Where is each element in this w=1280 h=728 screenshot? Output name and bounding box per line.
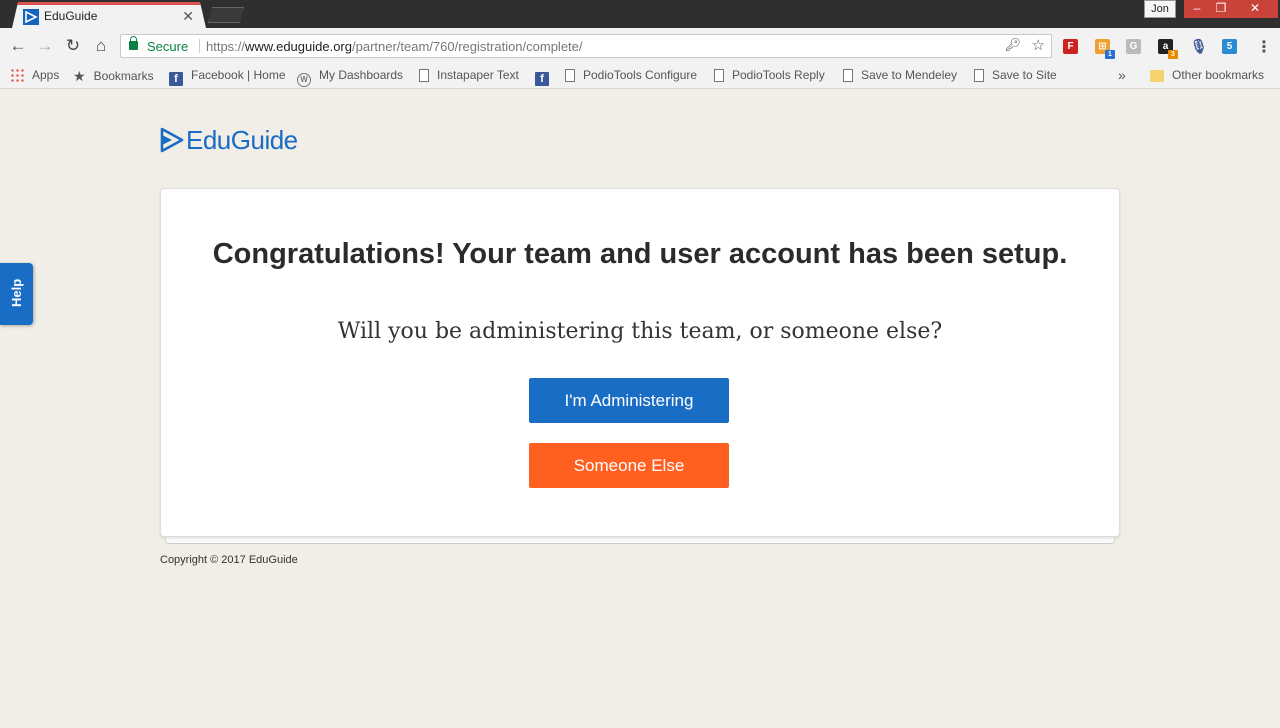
forward-arrow-icon[interactable]: →	[35, 36, 55, 56]
bookmark-my-dashboards[interactable]: W My Dashboards	[297, 68, 403, 87]
amazon-extension-icon[interactable]: a3	[1158, 39, 1178, 59]
bookmarks-overflow-icon[interactable]: »	[1118, 67, 1126, 83]
someone-else-button[interactable]: Someone Else	[529, 443, 729, 488]
logo-text: EduGuide	[186, 125, 298, 155]
address-bar[interactable]: Secure https://www.eduguide.org/partner/…	[120, 34, 1052, 58]
admin-question: Will you be administering this team, or …	[337, 319, 943, 344]
im-administering-button[interactable]: I'm Administering	[529, 378, 729, 423]
browser-tab[interactable]: EduGuide ✕	[12, 2, 206, 28]
tab-title: EduGuide	[44, 9, 98, 23]
star-icon: ★	[73, 68, 86, 84]
key-icon[interactable]: 🔑︎	[1004, 37, 1021, 53]
bookmark-star-icon[interactable]: ☆	[1032, 36, 1045, 54]
amazon-badge: 3	[1168, 50, 1178, 59]
registration-complete-card: Congratulations! Your team and user acco…	[160, 188, 1120, 537]
browser-toolbar: ← → ↻ ⌂ Secure https://www.eduguide.org/…	[0, 28, 1280, 64]
bookmark-label: Bookmarks	[93, 69, 154, 83]
logo-arrow-icon	[160, 127, 184, 153]
facebook-icon: f	[535, 72, 549, 86]
bookmarks-bar: Apps ★ Bookmarks f Facebook | Home W My Das…	[0, 64, 1280, 89]
window-close-button[interactable]: ✕	[1232, 0, 1278, 18]
window-restore-button[interactable]: ❐	[1210, 0, 1232, 18]
bookmark-label: My Dashboards	[319, 68, 404, 82]
url-text[interactable]: https://www.eduguide.org/partner/team/76…	[206, 39, 583, 54]
browser-menu-icon[interactable]: ⋮	[1256, 37, 1272, 57]
page-icon	[843, 69, 853, 82]
bookmark-apps[interactable]: Apps	[10, 68, 59, 82]
bookmark-facebook-home[interactable]: f Facebook | Home	[169, 68, 286, 86]
copyright-text: Copyright © 2017 EduGuide	[160, 554, 298, 566]
profile-button[interactable]: Jon	[1144, 0, 1176, 18]
g-extension-icon[interactable]: G	[1126, 39, 1141, 54]
help-label: Help	[9, 278, 24, 307]
lock-icon	[129, 36, 138, 50]
apps-grid-icon	[10, 68, 24, 82]
new-tab-button[interactable]	[208, 7, 244, 23]
bookmark-label: Apps	[32, 68, 60, 82]
bookmark-label: Instapaper Text	[437, 68, 519, 82]
facebook-icon: f	[169, 72, 183, 86]
page-icon	[419, 69, 429, 82]
bookmark-label: Facebook | Home	[191, 68, 286, 82]
url-scheme: https://	[206, 39, 246, 54]
bookmark-podiotools-configure[interactable]: PodioTools Configure	[565, 68, 701, 82]
eduguide-favicon-icon	[23, 9, 39, 25]
bookmark-podiotools-reply[interactable]: PodioTools Reply	[714, 68, 825, 82]
rss-badge: 1	[1105, 50, 1115, 59]
tab-close-icon[interactable]: ✕	[182, 8, 194, 25]
bookmark-save-to-site[interactable]: Save to Site	[974, 68, 1057, 82]
microphone-extension-icon[interactable]: 🎙	[1190, 39, 1208, 54]
help-tab[interactable]: Help	[0, 263, 33, 325]
reload-icon[interactable]: ↻	[63, 36, 83, 56]
url-host: www.eduguide.org	[245, 39, 352, 54]
bookmark-bookmarks[interactable]: ★ Bookmarks	[73, 68, 154, 85]
browser-title-bar: EduGuide ✕ Jon – ❐ ✕	[0, 0, 1280, 28]
page-icon	[714, 69, 724, 82]
bookmark-label: Save to Site	[992, 68, 1057, 82]
page-icon	[565, 69, 575, 82]
bookmark-facebook[interactable]: f	[535, 68, 557, 86]
page-icon	[974, 69, 984, 82]
page-title: Congratulations! Your team and user acco…	[212, 238, 1068, 270]
bookmark-instapaper-text[interactable]: Instapaper Text	[419, 68, 519, 82]
wordpress-icon: W	[297, 73, 311, 87]
address-divider	[199, 39, 200, 53]
bookmark-label: PodioTools Configure	[583, 68, 698, 82]
url-path: /partner/team/760/registration/complete/	[352, 39, 583, 54]
rss-extension-icon[interactable]: ⊞ 1	[1095, 39, 1115, 59]
bookmark-save-to-mendeley[interactable]: Save to Mendeley	[843, 68, 957, 82]
home-icon[interactable]: ⌂	[91, 36, 111, 56]
secure-label: Secure	[147, 39, 189, 54]
bookmark-other-bookmarks[interactable]: Other bookmarks	[1150, 68, 1264, 82]
bookmark-label: Other bookmarks	[1172, 68, 1265, 82]
flipboard-extension-icon[interactable]: F	[1063, 39, 1078, 54]
bookmark-label: PodioTools Reply	[732, 68, 825, 82]
five-extension-icon[interactable]: 5	[1222, 39, 1237, 54]
bookmark-label: Save to Mendeley	[861, 68, 958, 82]
folder-icon	[1150, 70, 1164, 82]
window-minimize-button[interactable]: –	[1184, 0, 1210, 18]
back-arrow-icon[interactable]: ←	[8, 36, 28, 56]
